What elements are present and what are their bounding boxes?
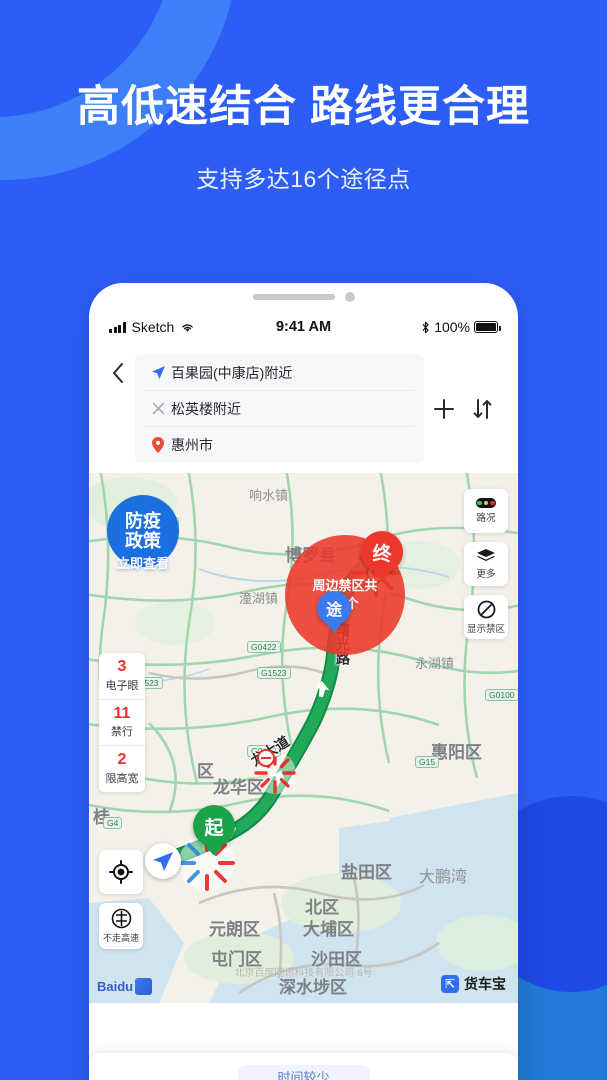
- stat-item-camera[interactable]: 3 电子眼: [99, 653, 145, 700]
- chevron-left-icon: [113, 363, 123, 383]
- locate-crosshair-icon: [109, 860, 133, 884]
- locate-button[interactable]: [99, 850, 143, 894]
- highway-shield: G15: [415, 756, 440, 768]
- huochebao-logo-icon: ⇱: [441, 975, 459, 993]
- baidu-attribution: Baidu: [97, 978, 153, 995]
- brand-name: 货车宝: [464, 976, 506, 992]
- status-bar-left: Sketch: [109, 319, 239, 335]
- stat-value: 3: [117, 658, 127, 675]
- layers-icon: [477, 549, 495, 561]
- stat-label: 限高宽: [105, 772, 139, 785]
- traffic-light-icon: [476, 498, 496, 508]
- map-canvas[interactable]: 响水镇 博罗县 潼湖镇 永湖镇 惠阳区 仍 区 龙华区 盐田区 大鹏湾 北区 元…: [89, 473, 518, 1003]
- route-option-label: 时间较少: [277, 1070, 330, 1080]
- baidu-paw-icon: [135, 978, 153, 995]
- covid-policy-line1: 防疫: [125, 510, 161, 531]
- status-time: 9:41 AM: [275, 319, 332, 335]
- swap-vertical-icon[interactable]: [472, 397, 494, 425]
- highway-shield: G1523: [257, 667, 291, 679]
- route-summary-card[interactable]: 时间较少 169分钟: [89, 1053, 518, 1080]
- restriction-stats-panel: 3 电子眼 11 禁行 2 限高宽: [99, 653, 145, 792]
- no-highway-icon: [111, 908, 131, 929]
- show-restricted-zones-button[interactable]: 显示禁区: [464, 595, 508, 639]
- route-actions: [424, 393, 502, 425]
- marker-waypoint[interactable]: 途: [317, 591, 351, 625]
- stat-item-restricted[interactable]: 11 禁行: [99, 700, 145, 747]
- baidu-label: Baidu: [97, 979, 134, 994]
- plus-icon[interactable]: [432, 397, 456, 425]
- show-restricted-zones-label: 显示禁区: [466, 623, 505, 635]
- status-bar: Sketch 9:41 AM 100%: [89, 311, 518, 343]
- map-copyright: 北京百度网讯科技有限公司 6号: [234, 968, 373, 979]
- highway-shield: G0422: [247, 641, 281, 653]
- marker-end[interactable]: 终: [361, 531, 403, 573]
- bluetooth-icon: [422, 321, 429, 333]
- route-search-panel: 百果园(中康店)附近 松英楼附近 惠州市: [89, 343, 518, 473]
- back-button[interactable]: [101, 355, 135, 388]
- close-icon[interactable]: [145, 402, 171, 415]
- status-bar-right: 100%: [368, 319, 501, 335]
- route-option-chip[interactable]: 时间较少 169分钟: [237, 1065, 370, 1080]
- phone-mockup: Sketch 9:41 AM 100% 百果园(中康店)附近 松英楼附近 惠州市…: [89, 283, 518, 1080]
- stat-value: 11: [113, 704, 131, 722]
- promo-subheadline: 支持多达16个途径点: [196, 165, 411, 192]
- city-value: 惠州市: [171, 437, 213, 453]
- more-label: 更多: [476, 569, 496, 580]
- map-left-controls: 不走高速: [99, 850, 143, 949]
- signal-bars-icon: [109, 321, 126, 333]
- covid-policy-line2: 政策: [125, 531, 161, 551]
- highway-shield: G0100: [485, 689, 518, 701]
- promo-header: 高低速结合 路线更合理 支持多达16个途径点: [0, 82, 607, 194]
- battery-percent: 100%: [434, 319, 471, 335]
- highway-shield: G4: [103, 817, 123, 829]
- traffic-label: 路况: [476, 513, 496, 524]
- more-button[interactable]: 更多: [464, 542, 508, 586]
- stat-label: 禁行: [111, 726, 133, 739]
- current-location-arrow-icon: [145, 843, 181, 879]
- brand-watermark: ⇱ 货车宝: [441, 974, 506, 994]
- route-fields: 百果园(中康店)附近 松英楼附近 惠州市: [135, 355, 424, 463]
- origin-field[interactable]: 百果园(中康店)附近: [145, 355, 414, 391]
- wifi-icon: [182, 324, 194, 332]
- avoid-highway-button[interactable]: 不走高速: [99, 903, 143, 949]
- origin-value: 百果园(中康店)附近: [171, 364, 293, 381]
- stat-label: 电子眼: [105, 679, 139, 692]
- map-pin-icon: [145, 437, 171, 453]
- traffic-button[interactable]: 路况: [464, 489, 508, 533]
- destination-field[interactable]: 松英楼附近: [145, 391, 414, 427]
- stat-value: 2: [117, 751, 127, 769]
- covid-policy-cta: 立即查看: [116, 556, 169, 571]
- battery-full-icon: [474, 321, 501, 333]
- covid-policy-badge[interactable]: 防疫 政策 立即查看: [107, 495, 179, 572]
- front-camera: [344, 292, 355, 302]
- phone-speaker-row: [89, 283, 518, 311]
- promo-headline: 高低速结合 路线更合理: [77, 83, 530, 131]
- map-controls: 路况 更多 显示禁区: [464, 489, 508, 639]
- navigation-arrow-icon: [145, 365, 171, 380]
- zone-notice-line1: 周边禁区共: [312, 578, 378, 594]
- avoid-highway-label: 不走高速: [102, 933, 139, 943]
- destination-value: 松英楼附近: [171, 400, 241, 417]
- no-entry-marker-icon: [257, 749, 275, 767]
- carrier-label: Sketch: [131, 319, 175, 335]
- stat-item-size-limit[interactable]: 2 限高宽: [99, 746, 145, 792]
- city-field[interactable]: 惠州市: [145, 427, 414, 463]
- no-entry-icon: [477, 600, 495, 618]
- speaker-grill: [252, 294, 335, 300]
- marker-start[interactable]: 起: [193, 805, 235, 847]
